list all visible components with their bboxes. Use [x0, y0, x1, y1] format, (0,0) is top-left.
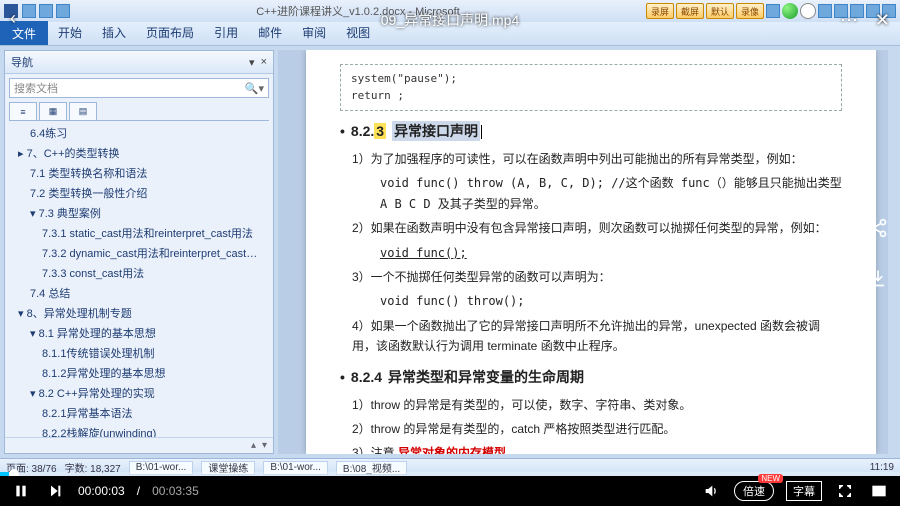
- code-line: system("pause");: [351, 71, 831, 88]
- nav-tree: 6.4练习▸ 7、C++的类型转换7.1 类型转换名称和语法7.2 类型转换一般…: [5, 121, 273, 437]
- nav-item[interactable]: 8.2.1异常基本语法: [35, 403, 271, 423]
- quick-access: [22, 4, 70, 18]
- qat-undo-icon[interactable]: [39, 4, 53, 18]
- heading-824: • 8.2.4 异常类型和异常变量的生命周期: [340, 367, 842, 387]
- nav-item[interactable]: ▾ 8.1 异常处理的基本思想: [23, 323, 271, 343]
- tab-review[interactable]: 审阅: [292, 20, 336, 45]
- next-button[interactable]: [44, 480, 66, 502]
- subtitle-button[interactable]: 字幕: [786, 481, 822, 501]
- nav-prev-icon[interactable]: ▴: [251, 440, 256, 451]
- nav-tab-pages[interactable]: ▦: [39, 102, 67, 120]
- bullet-icon: •: [340, 369, 345, 385]
- pip-button[interactable]: [868, 480, 890, 502]
- play-button[interactable]: [10, 480, 32, 502]
- doc-title: C++进阶课程讲义_v1.0.2.docx - Microsoft: [70, 3, 646, 19]
- duration: 00:03:35: [152, 484, 199, 498]
- nav-item[interactable]: ▾ 8.2 C++异常处理的实现: [23, 383, 271, 403]
- paragraph: 4）如果一个函数抛出了它的异常接口声明所不允许抛出的异常，unexpected …: [352, 316, 842, 357]
- tray-icon-b[interactable]: [818, 4, 832, 18]
- share-button[interactable]: [864, 214, 892, 242]
- word-titlebar: C++进阶课程讲义_v1.0.2.docx - Microsoft 录屏 截屏 …: [0, 0, 900, 22]
- nav-header: 导航 ▾ ×: [5, 51, 273, 74]
- nav-tabs: ≡ ▦ ▤: [9, 102, 269, 121]
- tab-home[interactable]: 开始: [48, 20, 92, 45]
- tray-icon-clock[interactable]: [800, 3, 816, 19]
- nav-tab-headings[interactable]: ≡: [9, 102, 37, 120]
- paragraph: 1）throw 的异常是有类型的，可以使，数字、字符串、类对象。: [352, 395, 842, 415]
- qat-save-icon[interactable]: [22, 4, 36, 18]
- paragraph: 3）注意 异常对象的内存模型 。: [352, 443, 842, 454]
- more-button[interactable]: ⋯: [840, 10, 860, 31]
- nav-item[interactable]: ▸ 7、C++的类型转换: [11, 143, 271, 163]
- heading-823: • 8.2.3 异常接口声明: [340, 121, 842, 141]
- nav-title: 导航: [11, 54, 33, 70]
- nav-item[interactable]: 8.1.1传统错误处理机制: [35, 343, 271, 363]
- new-badge: NEW: [758, 474, 783, 483]
- nav-item[interactable]: 7.3.2 dynamic_cast用法和reinterpret_cast用法: [35, 243, 271, 263]
- code-inline: void func() throw();: [380, 291, 842, 311]
- back-button[interactable]: ‹: [10, 8, 16, 29]
- download-button[interactable]: [864, 264, 892, 292]
- nav-foot: ▴ ▾: [5, 437, 273, 453]
- nav-close-icon[interactable]: ×: [261, 56, 267, 69]
- qat-redo-icon[interactable]: [56, 4, 70, 18]
- tray-pill-2[interactable]: 截屏: [676, 3, 704, 19]
- paragraph: 3）一个不抛掷任何类型异常的函数可以声明为：: [352, 267, 842, 287]
- nav-search-placeholder: 搜索文档: [14, 80, 58, 96]
- ribbon-tabs: 文件 开始 插入 页面布局 引用 邮件 审阅 视图: [0, 22, 900, 46]
- nav-tab-results[interactable]: ▤: [69, 102, 97, 120]
- nav-item[interactable]: 7.3.1 static_cast用法和reinterpret_cast用法: [35, 223, 271, 243]
- current-time: 00:00:03: [78, 484, 125, 498]
- video-controls: 00:00:03 / 00:03:35 倍速 NEW 字幕: [0, 476, 900, 506]
- nav-search[interactable]: 搜索文档 🔍▾: [9, 78, 269, 98]
- heading-text: 异常类型和异常变量的生命周期: [388, 367, 584, 387]
- fullscreen-button[interactable]: [834, 480, 856, 502]
- tray-pill-1[interactable]: 录屏: [646, 3, 674, 19]
- code-inline: void func();: [380, 243, 842, 263]
- nav-item[interactable]: 7.2 类型转换一般性介绍: [23, 183, 271, 203]
- tray-pill-4[interactable]: 录像: [736, 3, 764, 19]
- code-inline: void func() throw (A, B, C, D); //这个函数 f…: [380, 173, 842, 214]
- tray-icon-a[interactable]: [766, 4, 780, 18]
- video-content: C++进阶课程讲义_v1.0.2.docx - Microsoft 录屏 截屏 …: [0, 0, 900, 476]
- tab-layout[interactable]: 页面布局: [136, 20, 204, 45]
- nav-item[interactable]: ▾ 7.3 典型案例: [23, 203, 271, 223]
- bullet-icon: •: [340, 123, 345, 139]
- nav-item[interactable]: 8.2.2栈解旋(unwinding): [35, 423, 271, 437]
- navigation-pane: 导航 ▾ × 搜索文档 🔍▾ ≡ ▦ ▤ 6.4练习▸ 7、C++的类型转换7.…: [4, 50, 274, 454]
- search-icon[interactable]: 🔍▾: [245, 82, 264, 95]
- nav-item[interactable]: 6.4练习: [23, 123, 271, 143]
- paragraph: 2）如果在函数声明中没有包含异常接口声明，则次函数可以抛掷任何类型的异常，例如：: [352, 218, 842, 238]
- red-emphasis: 异常对象的内存模型: [398, 446, 506, 454]
- tab-view[interactable]: 视图: [336, 20, 380, 45]
- nav-item[interactable]: ▾ 8、异常处理机制专题: [11, 303, 271, 323]
- paragraph: 1）为了加强程序的可读性，可以在函数声明中列出可能抛出的所有异常类型，例如：: [352, 149, 842, 169]
- nav-next-icon[interactable]: ▾: [262, 440, 267, 451]
- side-actions: [864, 214, 892, 292]
- tab-insert[interactable]: 插入: [92, 20, 136, 45]
- tray-pill-3[interactable]: 默认: [706, 3, 734, 19]
- time-sep: /: [137, 484, 140, 498]
- heading-number: 8.2.3: [351, 123, 386, 139]
- nav-item[interactable]: 7.3.3 const_cast用法: [35, 263, 271, 283]
- code-block-top: system("pause"); return ;: [340, 64, 842, 111]
- nav-item[interactable]: 7.1 类型转换名称和语法: [23, 163, 271, 183]
- heading-text: 异常接口声明: [392, 121, 482, 141]
- word-content: 导航 ▾ × 搜索文档 🔍▾ ≡ ▦ ▤ 6.4练习▸ 7、C++的类型转换7.…: [0, 46, 900, 458]
- paragraph: 2）throw 的异常是有类型的，catch 严格按照类型进行匹配。: [352, 419, 842, 439]
- heading-number: 8.2.4: [351, 369, 382, 385]
- speed-button[interactable]: 倍速 NEW: [734, 481, 774, 501]
- file-tab[interactable]: 文件: [0, 21, 48, 45]
- volume-button[interactable]: [700, 480, 722, 502]
- document-area[interactable]: system("pause"); return ; • 8.2.3 异常接口声明…: [278, 50, 888, 454]
- code-line: return ;: [351, 88, 831, 105]
- nav-item[interactable]: 7.4 总结: [23, 283, 271, 303]
- tray-icon-green[interactable]: [782, 3, 798, 19]
- nav-dropdown-icon[interactable]: ▾: [249, 56, 255, 69]
- tab-mailings[interactable]: 邮件: [248, 20, 292, 45]
- nav-item[interactable]: 8.1.2异常处理的基本思想: [35, 363, 271, 383]
- page: system("pause"); return ; • 8.2.3 异常接口声明…: [306, 50, 876, 454]
- close-button[interactable]: ✕: [875, 10, 890, 31]
- tab-references[interactable]: 引用: [204, 20, 248, 45]
